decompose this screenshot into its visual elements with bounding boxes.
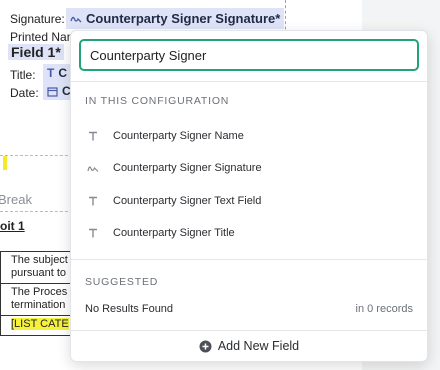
exhibit-heading: oit 1 bbox=[0, 219, 25, 233]
text-type-icon bbox=[85, 228, 101, 238]
add-new-field-button[interactable]: Add New Field bbox=[71, 331, 427, 361]
signature-icon bbox=[70, 16, 82, 22]
option-counterparty-signer-signature[interactable]: Counterparty Signer Signature bbox=[71, 152, 427, 184]
date-label: Date: bbox=[10, 86, 39, 100]
signature-field-label: Counterparty Signer Signature* bbox=[86, 11, 281, 26]
divider bbox=[71, 81, 427, 82]
table-cell: The subject pursuant to bbox=[0, 251, 80, 284]
signature-field-chip[interactable]: Counterparty Signer Signature* bbox=[66, 8, 285, 29]
title-field-label: C bbox=[58, 66, 68, 80]
table-cell: [LIST CATE bbox=[0, 315, 80, 336]
text-type-icon bbox=[85, 196, 101, 206]
text-type-icon bbox=[85, 131, 101, 141]
signature-label: Signature: bbox=[10, 12, 65, 26]
add-new-field-label: Add New Field bbox=[217, 339, 300, 353]
calendar-icon bbox=[47, 86, 58, 97]
option-counterparty-signer-title[interactable]: Counterparty Signer Title bbox=[71, 217, 427, 249]
option-counterparty-signer-name[interactable]: Counterparty Signer Name bbox=[71, 120, 427, 152]
title-field-chip[interactable]: T C bbox=[43, 64, 72, 82]
page-break-label: Break bbox=[0, 192, 32, 207]
section-heading-suggested: SUGGESTED bbox=[85, 276, 159, 288]
search-input[interactable] bbox=[81, 47, 417, 63]
option-label: Counterparty Signer Title bbox=[113, 227, 235, 239]
exhibit-table: The subject pursuant to The Proces termina… bbox=[0, 251, 80, 336]
option-label: Counterparty Signer Name bbox=[113, 130, 244, 142]
option-label: Counterparty Signer Text Field bbox=[113, 195, 262, 207]
field-picker-popover: IN THIS CONFIGURATION Counterparty Signe… bbox=[70, 30, 428, 362]
table-row: [LIST CATE bbox=[0, 315, 80, 336]
search-box[interactable] bbox=[79, 39, 419, 71]
highlight-marker bbox=[3, 156, 7, 170]
option-label: Counterparty Signer Signature bbox=[113, 162, 262, 174]
title-label: Title: bbox=[10, 68, 36, 82]
table-cell: The Proces termination bbox=[0, 283, 80, 316]
plus-circle-icon bbox=[199, 340, 212, 352]
signature-icon bbox=[85, 163, 101, 174]
table-row: The Proces termination bbox=[0, 283, 80, 316]
printed-name-label: Printed Nam bbox=[10, 30, 77, 44]
section-heading-configuration: IN THIS CONFIGURATION bbox=[85, 95, 230, 107]
text-type-icon: T bbox=[47, 66, 55, 80]
records-count: in 0 records bbox=[355, 303, 413, 315]
option-counterparty-signer-text-field[interactable]: Counterparty Signer Text Field bbox=[71, 185, 427, 217]
field-1-chip[interactable]: Field 1* bbox=[8, 44, 64, 60]
no-results-text: No Results Found bbox=[85, 303, 174, 315]
divider bbox=[71, 259, 427, 260]
table-row: The subject pursuant to bbox=[0, 251, 80, 284]
